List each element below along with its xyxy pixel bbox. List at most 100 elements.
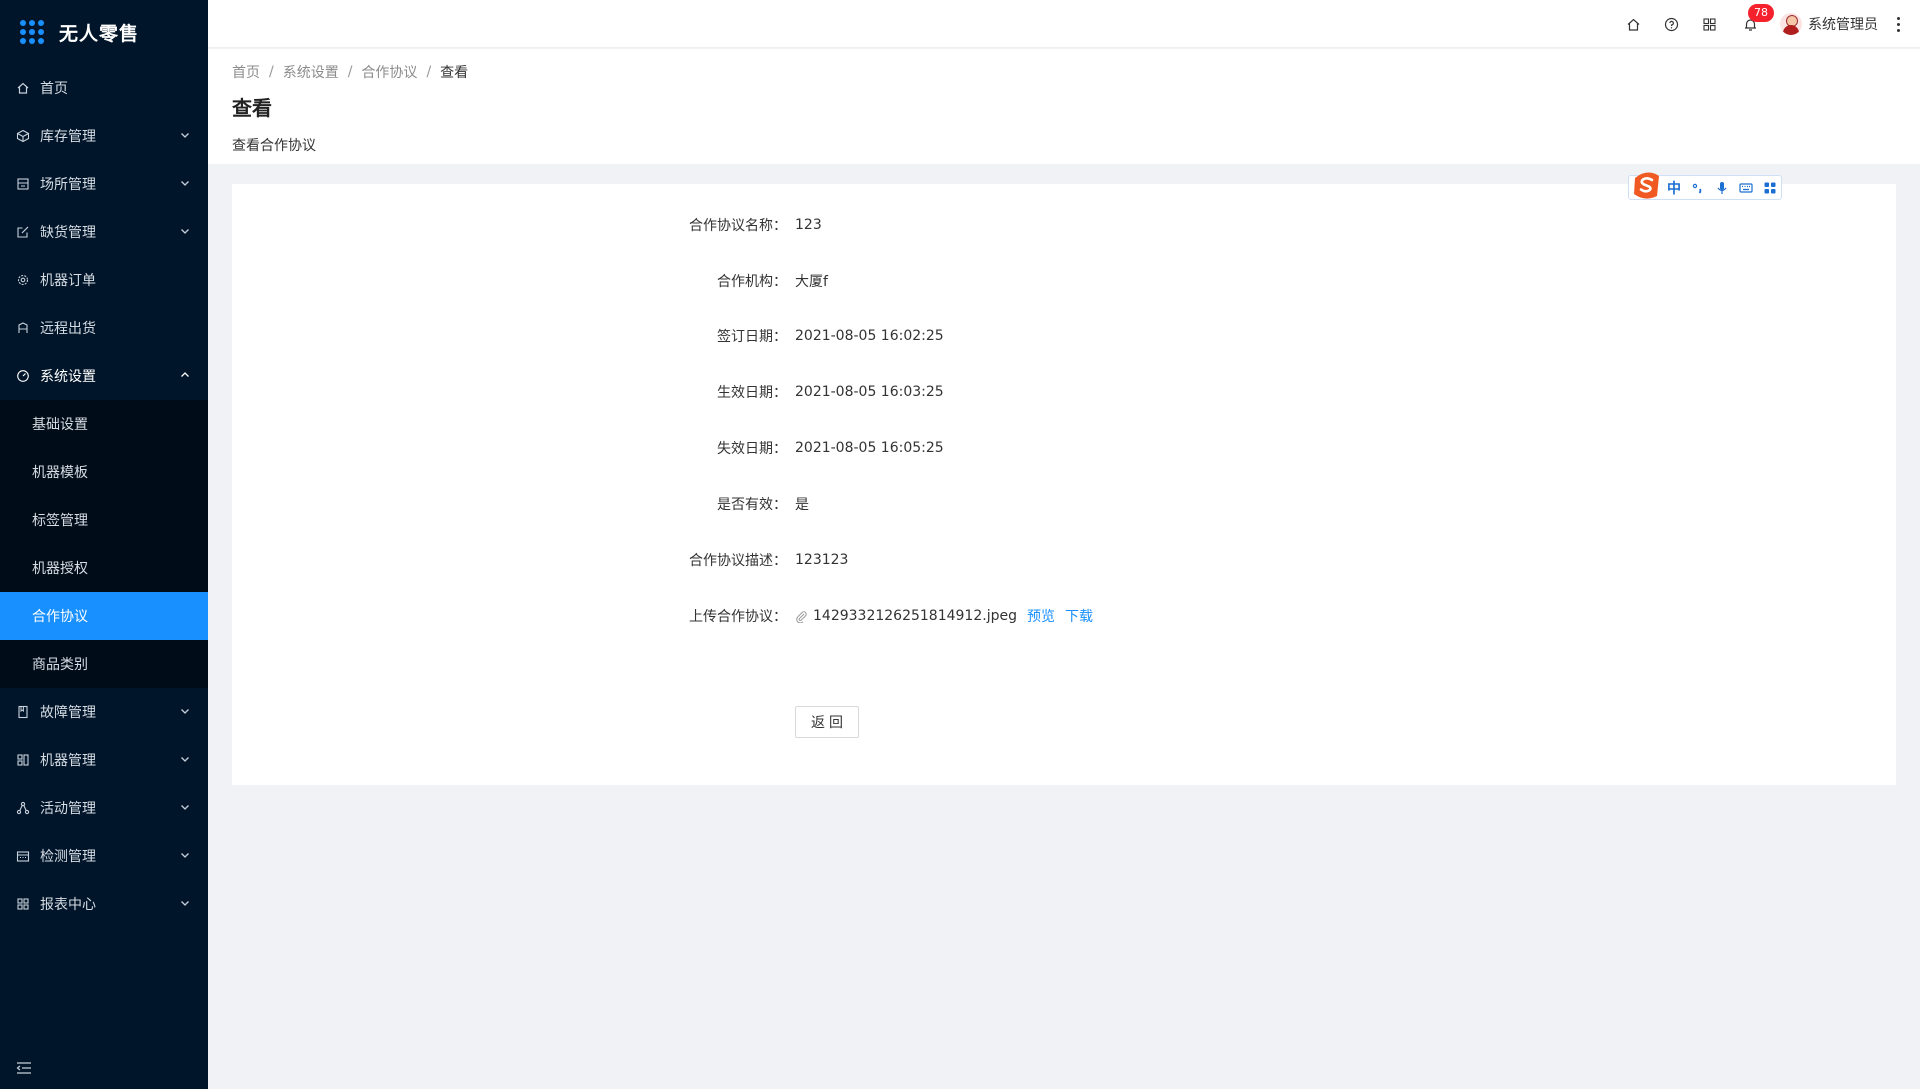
field-value: 是 <box>795 497 809 513</box>
breadcrumb-cooperation-agreement[interactable]: 合作协议 <box>361 62 417 82</box>
preview-link[interactable]: 预览 <box>1027 606 1055 626</box>
field-value: 2021-08-05 16:02:25 <box>795 328 944 344</box>
sidebar-item-inspection-management[interactable]: 检测管理 <box>0 832 208 880</box>
submenu-item-basic-settings[interactable]: 基础设置 <box>0 400 208 448</box>
submenu-item-cooperation-agreement[interactable]: 合作协议 <box>0 592 208 640</box>
field-effective-date: 生效日期： 2021-08-05 16:03:25 <box>232 381 1896 403</box>
notification-button[interactable]: 78 <box>1728 0 1774 48</box>
keyboard-icon[interactable] <box>1739 181 1753 195</box>
sidebar-item-label: 场所管理 <box>40 177 96 193</box>
cluster-icon <box>16 801 30 815</box>
appstore-icon <box>1702 17 1716 31</box>
chevron-down-icon <box>181 709 189 714</box>
sidebar-item-venues[interactable]: 场所管理 <box>0 160 208 208</box>
app-title: 无人零售 <box>59 22 140 45</box>
paperclip-icon <box>796 610 807 623</box>
app-logo[interactable]: 无人零售 <box>0 0 208 64</box>
sidebar-item-system-settings[interactable]: 系统设置 <box>0 352 208 400</box>
back-button[interactable]: 返回 <box>795 706 859 738</box>
page-title: 查看 <box>232 96 272 120</box>
field-label: 合作协议名称： <box>689 218 787 234</box>
sidebar-item-label: 缺货管理 <box>40 225 96 241</box>
appstore-icon <box>16 897 30 911</box>
field-label: 合作机构： <box>717 274 787 290</box>
field-label: 失效日期： <box>717 441 787 457</box>
detail-card: 合作协议名称： 123 合作机构： 大厦f 签订日期： 2021-08-05 1… <box>232 184 1896 785</box>
field-value: 123 <box>795 217 822 233</box>
field-sign-date: 签订日期： 2021-08-05 16:02:25 <box>232 325 1896 347</box>
submenu-item-product-category[interactable]: 商品类别 <box>0 640 208 688</box>
sidebar-item-activity-management[interactable]: 活动管理 <box>0 784 208 832</box>
home-button[interactable] <box>1614 0 1652 48</box>
home-icon <box>16 81 30 95</box>
field-value: 2021-08-05 16:05:25 <box>795 440 944 456</box>
help-button[interactable] <box>1652 0 1690 48</box>
field-label: 是否有效： <box>717 497 787 513</box>
apps-button[interactable] <box>1690 0 1728 48</box>
store-icon <box>16 177 30 191</box>
field-label: 合作协议描述： <box>689 553 787 569</box>
box-icon <box>16 129 30 143</box>
field-agreement-name: 合作协议名称： 123 <box>232 214 1896 236</box>
user-menu[interactable]: 系统管理员 <box>1772 0 1888 48</box>
field-label: 生效日期： <box>717 385 787 401</box>
download-link[interactable]: 下载 <box>1065 606 1093 626</box>
sidebar-item-label: 库存管理 <box>40 129 96 145</box>
breadcrumb-system-settings[interactable]: 系统设置 <box>283 62 339 82</box>
field-value: 2021-08-05 16:03:25 <box>795 384 944 400</box>
punctuation-icon[interactable] <box>1691 181 1705 195</box>
sidebar-item-label: 系统设置 <box>40 369 96 385</box>
more-options-icon[interactable] <box>1888 0 1908 48</box>
submenu-item-label: 基础设置 <box>32 417 88 433</box>
sidebar-item-machine-orders[interactable]: 机器订单 <box>0 256 208 304</box>
chevron-down-icon <box>181 181 189 186</box>
gear-icon <box>16 273 30 287</box>
sidebar-item-label: 机器管理 <box>40 753 96 769</box>
sidebar: 无人零售 首页 库存管理 场所管理 缺货管理 机器订单 远程出货 系统设置 基础… <box>0 0 208 1089</box>
ime-language[interactable]: 中 <box>1667 178 1681 198</box>
breadcrumb-home[interactable]: 首页 <box>232 62 260 82</box>
field-description: 合作协议描述： 123123 <box>232 549 1896 571</box>
sidebar-item-label: 机器订单 <box>40 273 96 289</box>
sidebar-item-remote-shipping[interactable]: 远程出货 <box>0 304 208 352</box>
submenu-item-machine-templates[interactable]: 机器模板 <box>0 448 208 496</box>
sidebar-item-report-center[interactable]: 报表中心 <box>0 880 208 928</box>
sidebar-item-inventory[interactable]: 库存管理 <box>0 112 208 160</box>
field-partner-org: 合作机构： 大厦f <box>232 270 1896 292</box>
sidebar-item-stockout[interactable]: 缺货管理 <box>0 208 208 256</box>
dashboard-icon <box>16 369 30 383</box>
breadcrumb-separator: / <box>347 64 353 80</box>
machine-icon <box>16 753 30 767</box>
submenu-item-tag-management[interactable]: 标签管理 <box>0 496 208 544</box>
top-header: 78 系统管理员 <box>208 0 1920 48</box>
sidebar-item-fault-management[interactable]: 故障管理 <box>0 688 208 736</box>
logo-grid-icon <box>20 20 44 44</box>
field-is-valid: 是否有效： 是 <box>232 493 1896 515</box>
microphone-icon[interactable] <box>1715 181 1729 195</box>
sidebar-item-label: 故障管理 <box>40 705 96 721</box>
sidebar-item-label: 活动管理 <box>40 801 96 817</box>
chevron-down-icon <box>181 901 189 906</box>
sidebar-item-machine-management[interactable]: 机器管理 <box>0 736 208 784</box>
submenu-item-label: 机器授权 <box>32 561 88 577</box>
attachment-file-name: 1429332126251814912.jpeg <box>813 608 1017 624</box>
submenu-item-label: 机器模板 <box>32 465 88 481</box>
edit-box-icon <box>16 225 30 239</box>
ime-toolbar[interactable]: 中 <box>1628 171 1782 200</box>
user-icon <box>16 321 30 335</box>
chevron-down-icon <box>181 133 189 138</box>
field-label: 签订日期： <box>717 329 787 345</box>
submenu-item-label: 合作协议 <box>32 609 88 625</box>
menu-fold-icon[interactable] <box>16 1061 32 1075</box>
field-value: 大厦f <box>795 274 828 290</box>
toolbox-icon[interactable] <box>1763 181 1777 195</box>
chevron-down-icon <box>181 805 189 810</box>
breadcrumb: 首页 / 系统设置 / 合作协议 / 查看 <box>232 62 1896 82</box>
sidebar-item-label: 远程出货 <box>40 321 96 337</box>
calendar-icon <box>16 849 30 863</box>
sidebar-item-label: 报表中心 <box>40 897 96 913</box>
field-value: 123123 <box>795 552 849 568</box>
sidebar-item-label: 首页 <box>40 81 68 97</box>
submenu-item-machine-authorization[interactable]: 机器授权 <box>0 544 208 592</box>
sidebar-item-home[interactable]: 首页 <box>0 64 208 112</box>
